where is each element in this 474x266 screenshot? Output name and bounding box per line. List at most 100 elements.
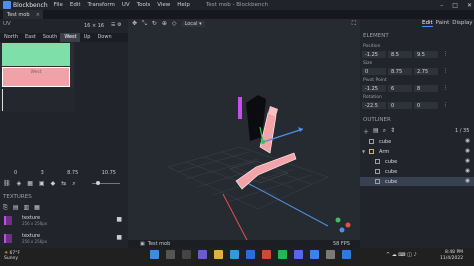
system-tray[interactable]: ^ ☁ ⌨ ◫ ♪ — [386, 252, 417, 258]
rotation-y-input[interactable]: 0 — [388, 102, 412, 109]
uv-face-west[interactable]: West — [2, 67, 70, 87]
mirror-icon[interactable]: ⇆ — [61, 180, 66, 187]
pivot-z-input[interactable]: 8 — [414, 85, 438, 92]
gizmo-x-arrowhead[interactable] — [298, 127, 303, 132]
add-cube-icon[interactable]: ＋ — [363, 127, 369, 136]
uv-face-green[interactable] — [2, 43, 70, 66]
visibility-icon[interactable]: ◉ — [465, 148, 470, 154]
uv-coord-2[interactable]: 3 — [41, 170, 44, 177]
vertex-snap-icon[interactable]: ◇ — [172, 20, 177, 27]
windows-start-icon[interactable] — [150, 250, 159, 259]
outliner-group[interactable]: ▼ Arm ◉ — [360, 147, 474, 156]
uv-editor-lower[interactable] — [0, 87, 74, 112]
search-taskbar-icon[interactable] — [166, 250, 175, 259]
rotation-menu-icon[interactable]: ⋮ — [443, 102, 448, 109]
transform-icon[interactable]: ◈ — [17, 180, 22, 187]
zoom-icon[interactable]: ⌕ — [72, 180, 75, 188]
size-menu-icon[interactable]: ⋮ — [443, 68, 448, 75]
size-z-input[interactable]: 2.75 — [414, 68, 438, 75]
position-x-input[interactable]: -1.25 — [362, 51, 386, 58]
position-z-input[interactable]: 9.5 — [414, 51, 438, 58]
pivot-menu-icon[interactable]: ⋮ — [443, 85, 448, 92]
close-window-icon[interactable]: ✕ — [467, 2, 472, 9]
purple-cube[interactable] — [238, 97, 242, 119]
tab-up[interactable]: Up — [80, 33, 94, 42]
task-view-icon[interactable] — [182, 250, 191, 259]
tab-north[interactable]: North — [0, 33, 21, 42]
menu-transform[interactable]: Transform — [88, 2, 115, 8]
menu-edit[interactable]: Edit — [70, 2, 81, 8]
uv-coord-3[interactable]: 8.75 — [67, 170, 78, 177]
pivot-y-input[interactable]: 6 — [388, 85, 412, 92]
menu-tools[interactable]: Tools — [137, 2, 151, 8]
fullscreen-icon[interactable]: ⛶ — [352, 20, 356, 28]
uv-coord-4[interactable]: 10.75 — [102, 170, 116, 177]
add-group-icon[interactable]: ▤ — [373, 127, 379, 136]
search-icon[interactable]: ⌕ — [383, 127, 386, 136]
size-y-input[interactable]: 8.75 — [388, 68, 412, 75]
uv-menu-icon[interactable]: ☰ ⚙ — [111, 22, 122, 28]
visibility-icon[interactable]: ◉ — [465, 168, 470, 174]
app-icon[interactable] — [326, 250, 335, 259]
uv-zoom-slider-handle[interactable] — [96, 181, 100, 185]
maximize-icon[interactable]: □ — [452, 2, 458, 9]
pivot-x-input[interactable]: -1.25 — [362, 85, 386, 92]
tab-close-icon[interactable]: × — [36, 12, 40, 18]
mode-edit[interactable]: Edit — [422, 20, 433, 27]
outliner-item[interactable]: cube ◉ — [360, 137, 474, 146]
outliner-item[interactable]: cube ◉ — [360, 167, 474, 176]
menu-uv[interactable]: UV — [122, 2, 130, 8]
menu-view[interactable]: View — [157, 2, 170, 8]
uv-coordinates[interactable]: 0 3 8.75 10.75 — [0, 170, 128, 177]
clock[interactable]: 8:48 PM 11/4/2022 — [440, 250, 463, 262]
tab-down[interactable]: Down — [93, 33, 114, 42]
chrome-icon[interactable] — [262, 250, 271, 259]
tab-south[interactable]: South — [39, 33, 61, 42]
position-menu-icon[interactable]: ⋮ — [443, 51, 448, 58]
resize-tool-icon[interactable]: ⤡ — [142, 20, 147, 28]
tab-test-mob[interactable]: Test mob × — [3, 10, 43, 19]
texture-item[interactable]: texture 256 x 256px ■ — [0, 231, 128, 249]
uv-grid-icon[interactable]: ▦ — [27, 180, 33, 187]
blockbench-taskbar-icon[interactable] — [310, 250, 319, 259]
create-texture-icon[interactable]: ▥ — [23, 204, 29, 212]
menu-help[interactable]: Help — [177, 2, 190, 8]
link-icon[interactable]: ⛓ — [3, 180, 11, 187]
rotation-z-input[interactable]: 0 — [414, 102, 438, 109]
weather-widget[interactable]: ☀ 67°F Sunny — [4, 251, 20, 261]
collapse-icon[interactable]: ⇕ — [390, 127, 395, 136]
tab-east[interactable]: East — [21, 33, 39, 42]
chevron-down-icon[interactable]: ▼ — [362, 149, 365, 154]
mode-display[interactable]: Display — [452, 20, 472, 27]
outliner-item[interactable]: cube ◉ — [360, 157, 474, 166]
pivot-tool-icon[interactable]: ⊕ — [162, 20, 167, 27]
save-icon[interactable]: ■ — [116, 216, 122, 223]
store-icon[interactable] — [246, 250, 255, 259]
transform-space-select[interactable]: Local ▾ — [181, 20, 205, 27]
menu-file[interactable]: File — [54, 2, 63, 8]
viewport[interactable] — [128, 19, 360, 248]
select-icon[interactable]: ▣ — [39, 180, 45, 187]
size-x-input[interactable]: 0 — [362, 68, 386, 75]
mode-paint[interactable]: Paint — [436, 20, 450, 27]
palette-icon[interactable]: ◆ — [51, 180, 56, 187]
move-tool-icon[interactable]: ✥ — [132, 20, 137, 27]
import-texture-icon[interactable]: ⎘ — [3, 204, 8, 212]
save-textures-icon[interactable]: ▦ — [34, 204, 40, 212]
save-icon[interactable]: ■ — [116, 234, 122, 241]
visibility-icon[interactable]: ◉ — [465, 138, 470, 144]
spotify-icon[interactable] — [278, 250, 287, 259]
rotation-x-input[interactable]: -22.5 — [362, 102, 386, 109]
edge-icon[interactable] — [230, 250, 239, 259]
texture-item[interactable]: texture 256 x 256px ■ — [0, 213, 128, 231]
chat-icon[interactable] — [198, 250, 207, 259]
tab-west[interactable]: West — [60, 33, 80, 42]
minimize-icon[interactable]: – — [440, 2, 443, 9]
discord-icon[interactable] — [294, 250, 303, 259]
uv-coord-1[interactable]: 0 — [14, 170, 17, 177]
outliner-item-selected[interactable]: cube ◉ — [360, 177, 474, 186]
vscode-icon[interactable] — [342, 250, 351, 259]
position-y-input[interactable]: 8.5 — [388, 51, 412, 58]
uv-size[interactable]: 16 × 16 — [84, 23, 104, 29]
new-texture-icon[interactable]: ▤ — [13, 204, 19, 212]
